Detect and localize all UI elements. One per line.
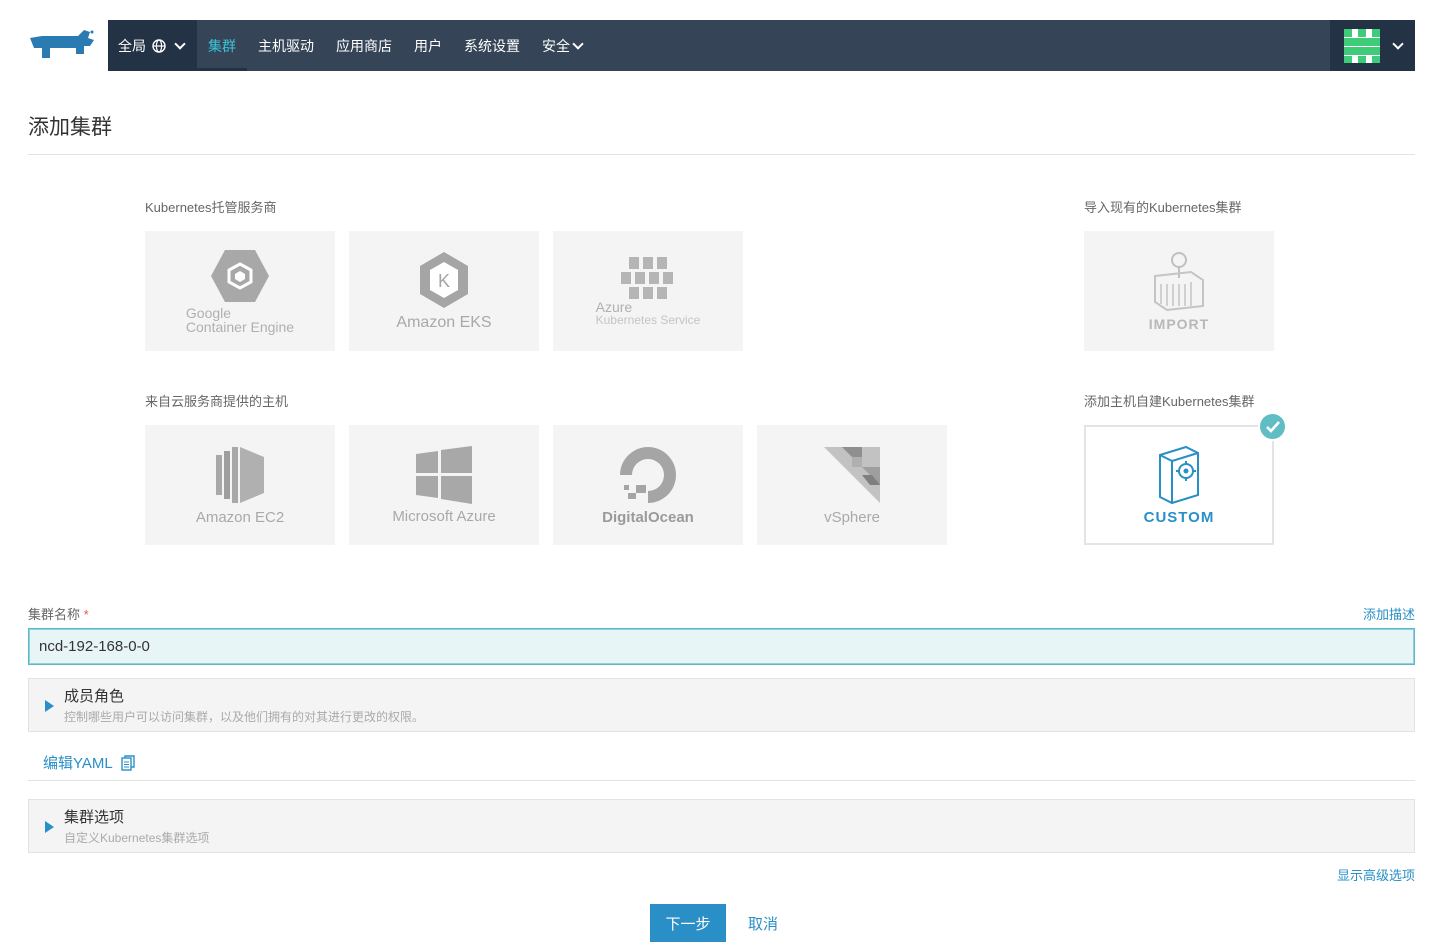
azure-vm-label: Microsoft Azure [392,507,496,525]
card-google-gke[interactable]: Google Container Engine [145,231,335,351]
nav-node-drivers-label: 主机驱动 [258,37,314,54]
card-custom[interactable]: CUSTOM [1084,425,1274,545]
add-description-link[interactable]: 添加描述 [1363,604,1415,623]
member-roles-accordion[interactable]: 成员角色 控制哪些用户可以访问集群，以及他们拥有的对其进行更改的权限。 [28,678,1415,732]
cancel-button[interactable]: 取消 [740,904,786,942]
nav-clusters[interactable]: 集群 [197,20,247,71]
global-scope-dropdown[interactable]: 全局 [108,20,197,71]
member-roles-title: 成员角色 [64,688,125,705]
chevron-down-icon [572,37,584,50]
nav-catalogs[interactable]: 应用商店 [325,20,403,71]
hosted-section-label: Kubernetes托管服务商 [145,200,277,215]
selected-check-icon [1258,412,1287,441]
card-digitalocean[interactable]: DigitalOcean [553,425,743,545]
eks-label: Amazon EKS [396,314,492,331]
user-menu[interactable] [1330,20,1415,71]
edit-yaml-link[interactable]: 编辑YAML [43,752,135,773]
required-mark: * [83,607,89,622]
rancher-logo[interactable] [28,28,96,62]
chevron-down-icon [174,37,186,50]
chevron-down-icon [1391,37,1404,50]
cluster-options-accordion[interactable]: 集群选项 自定义Kubernetes集群选项 [28,799,1415,853]
svg-text:K: K [438,271,450,291]
nav-catalogs-label: 应用商店 [336,37,392,54]
divider [28,154,1415,155]
card-amazon-eks[interactable]: K Amazon EKS [349,231,539,351]
card-microsoft-azure[interactable]: Microsoft Azure [349,425,539,545]
google-cloud-icon [211,250,269,302]
cluster-options-title: 集群选项 [64,809,125,826]
custom-section-label: 添加主机自建Kubernetes集群 [1084,394,1255,409]
nav-security-label: 安全 [542,37,570,54]
vsphere-label: vSphere [824,508,880,526]
nav-clusters-label: 集群 [208,37,236,54]
next-button[interactable]: 下一步 [650,904,726,942]
card-amazon-ec2[interactable]: Amazon EC2 [145,425,335,545]
infra-section-label: 来自云服务商提供的主机 [145,394,289,409]
expand-arrow-icon [45,700,54,712]
top-navbar: 全局 集群 主机驱动 应用商店 用户 系统设置 安全 [108,20,1415,71]
card-import[interactable]: IMPORT [1084,231,1274,351]
cluster-options-subtitle: 自定义Kubernetes集群选项 [64,831,210,845]
ec2-label: Amazon EC2 [195,508,285,526]
copy-icon [121,754,135,771]
edit-yaml-label: 编辑YAML [43,755,113,772]
nav-settings[interactable]: 系统设置 [453,20,531,71]
cluster-name-label: 集群名称 * [28,604,89,623]
global-label: 全局 [118,37,146,54]
import-section-label: 导入现有的Kubernetes集群 [1084,200,1242,215]
member-roles-subtitle: 控制哪些用户可以访问集群，以及他们拥有的对其进行更改的权限。 [64,710,425,724]
windows-icon [416,445,472,504]
show-advanced-options-link[interactable]: 显示高级选项 [1337,865,1415,884]
nav-node-drivers[interactable]: 主机驱动 [247,20,325,71]
kubernetes-service-label: Kubernetes Service [595,313,701,327]
nav-security[interactable]: 安全 [531,20,593,71]
nav-users-label: 用户 [414,37,442,54]
import-container-icon [1154,252,1204,312]
nav-settings-label: 系统设置 [464,37,520,54]
avatar [1343,28,1380,63]
cluster-name-label-text: 集群名称 [28,607,81,622]
eks-icon: K [420,252,468,308]
custom-server-gear-icon [1159,445,1199,504]
globe-icon [152,38,166,53]
ec2-icon [216,446,264,503]
cluster-name-input[interactable] [28,628,1415,665]
digitalocean-icon [620,446,676,503]
digitalocean-label: DigitalOcean [602,508,694,526]
import-label: IMPORT [1148,316,1210,332]
divider [28,780,1415,781]
vsphere-icon [824,446,880,503]
container-engine-label: Container Engine [185,319,295,335]
azure-aks-icon [621,257,673,299]
card-vsphere[interactable]: vSphere [757,425,947,545]
card-azure-aks[interactable]: Azure Kubernetes Service [553,231,743,351]
google-label: Google [185,305,232,321]
expand-arrow-icon [45,821,54,833]
nav-users[interactable]: 用户 [403,20,453,71]
page-title: 添加集群 [28,116,112,139]
custom-label: CUSTOM [1143,508,1215,526]
